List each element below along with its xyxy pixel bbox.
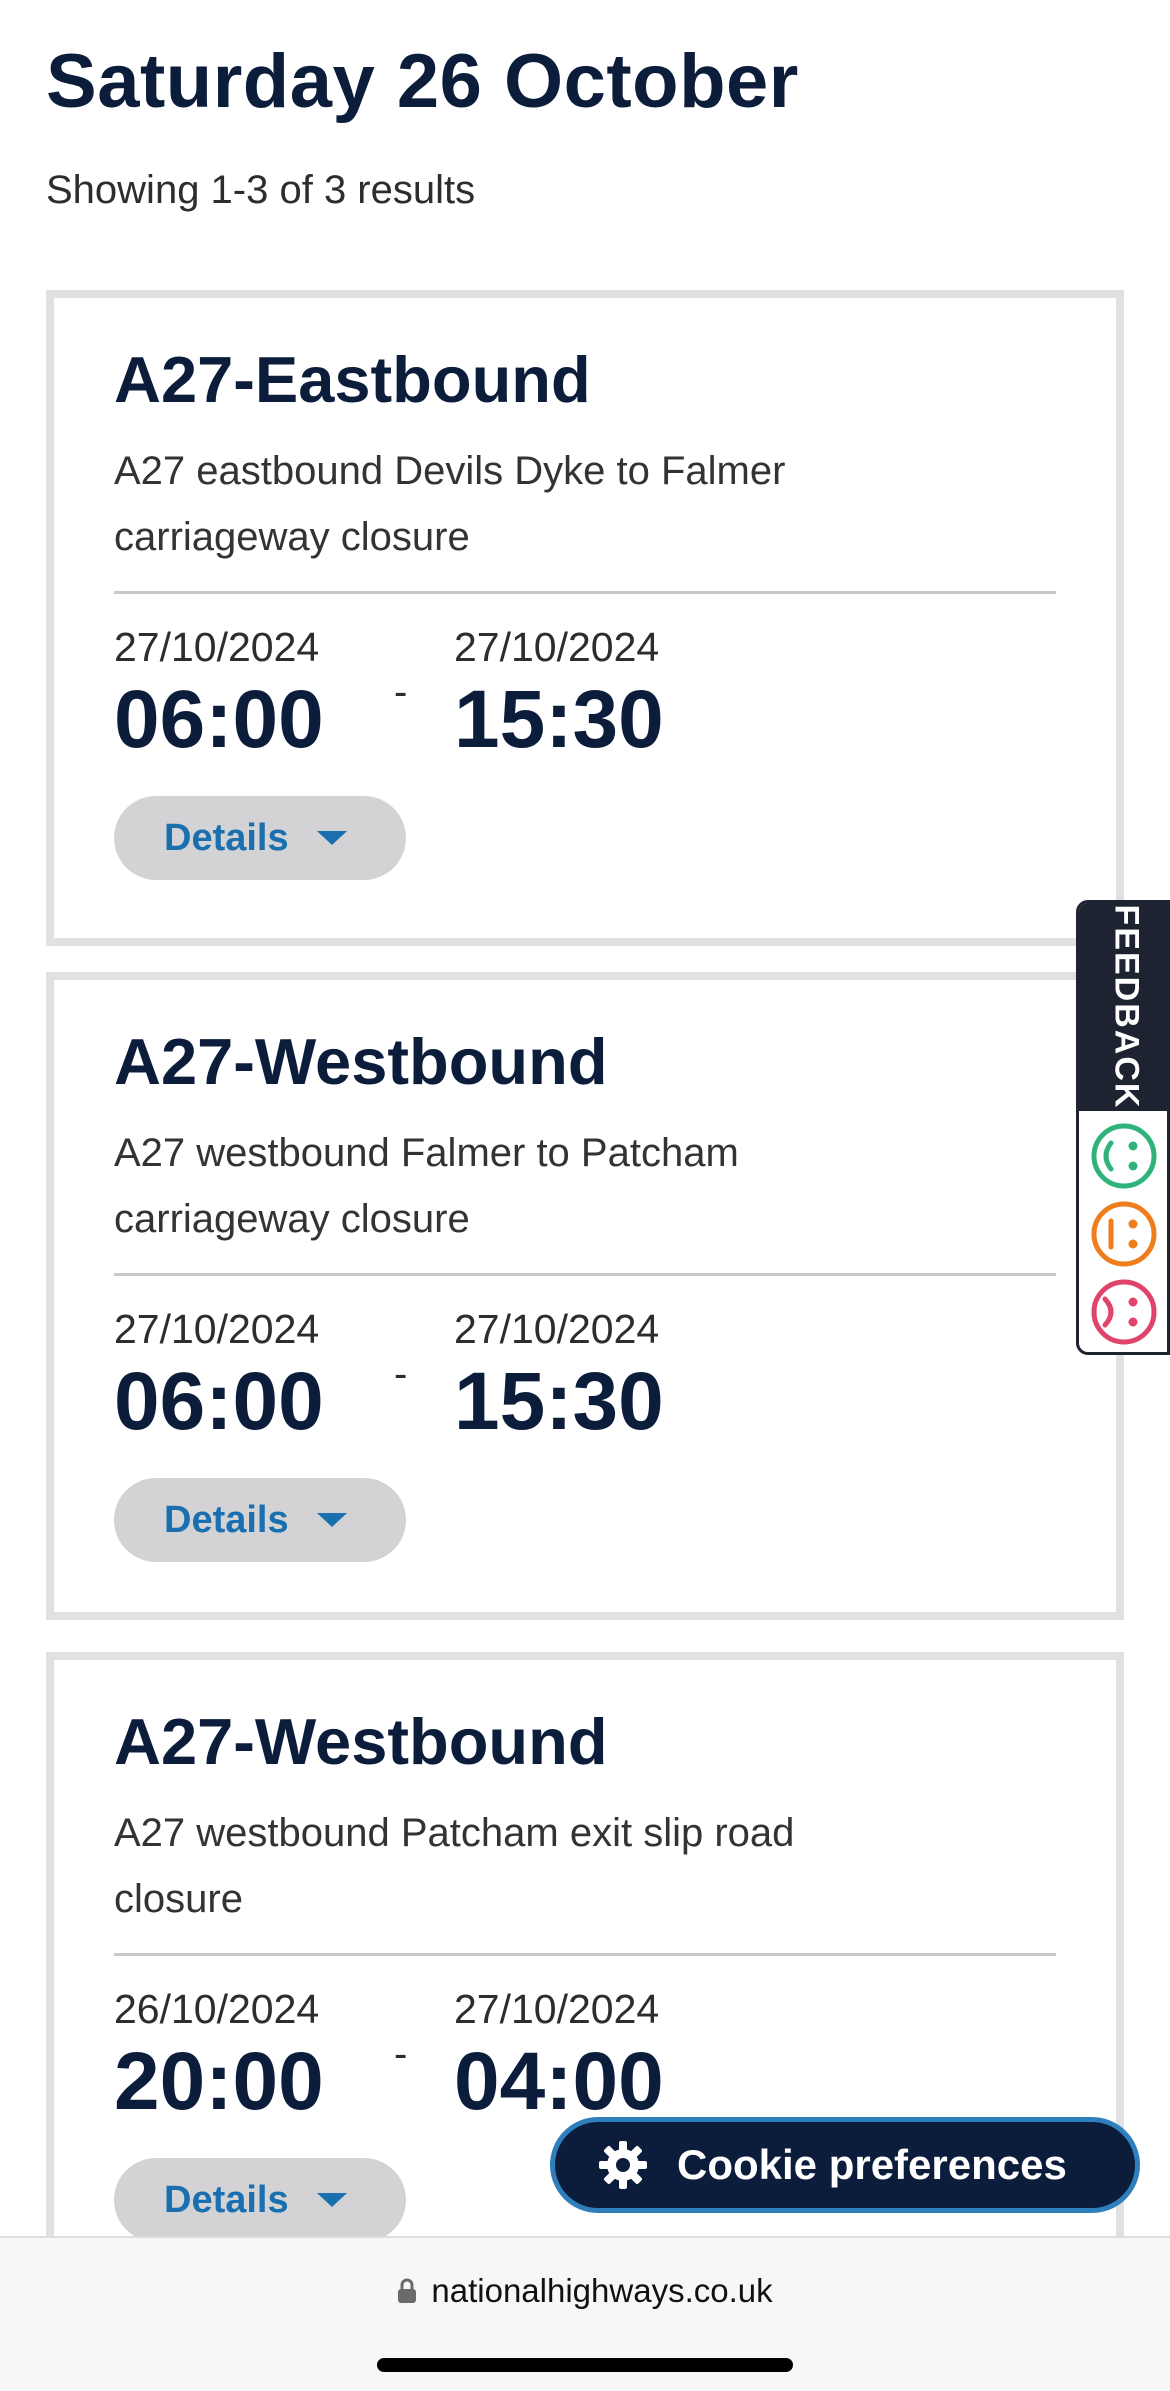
start-date: 26/10/2024 bbox=[114, 1986, 320, 2032]
start-time: 20:00 bbox=[114, 2036, 324, 2127]
end-date: 27/10/2024 bbox=[454, 624, 660, 670]
start-time: 06:00 bbox=[114, 674, 324, 765]
cookie-preferences-label: Cookie preferences bbox=[677, 2141, 1067, 2188]
home-indicator[interactable] bbox=[377, 2358, 793, 2372]
time-separator: - bbox=[394, 670, 408, 714]
happy-face-icon[interactable] bbox=[1089, 1121, 1159, 1191]
results-count: Showing 1-3 of 3 results bbox=[46, 168, 476, 212]
browser-address-bar: nationalhighways.co.uk bbox=[0, 2236, 1170, 2391]
closure-title: A27-Westbound bbox=[114, 1705, 608, 1778]
neutral-face-icon[interactable] bbox=[1089, 1199, 1159, 1269]
page-title: Saturday 26 October bbox=[46, 39, 799, 124]
cookie-preferences-button[interactable]: Cookie preferences bbox=[550, 2117, 1140, 2213]
caret-down-icon bbox=[316, 1513, 347, 1527]
start-time: 06:00 bbox=[114, 1356, 324, 1447]
time-separator: - bbox=[394, 2032, 408, 2076]
details-button[interactable]: Details bbox=[114, 2158, 406, 2242]
closure-card: A27-Westbound A27 westbound Falmer to Pa… bbox=[46, 972, 1124, 1620]
closure-title: A27-Westbound bbox=[114, 1025, 608, 1098]
feedback-tab[interactable]: FEEDBACK bbox=[1076, 900, 1170, 1355]
start-date: 27/10/2024 bbox=[114, 624, 320, 670]
end-time: 04:00 bbox=[454, 2036, 664, 2127]
card-divider bbox=[114, 1953, 1056, 1956]
details-button[interactable]: Details bbox=[114, 796, 406, 880]
time-separator: - bbox=[394, 1352, 408, 1396]
closure-title: A27-Eastbound bbox=[114, 343, 591, 416]
caret-down-icon bbox=[316, 2193, 347, 2207]
closure-description: A27 westbound Patcham exit slip road clo… bbox=[114, 1811, 795, 1921]
closure-description: A27 eastbound Devils Dyke to Falmer carr… bbox=[114, 449, 786, 559]
sad-face-icon[interactable] bbox=[1089, 1277, 1159, 1347]
details-label: Details bbox=[164, 816, 289, 859]
closure-card: A27-Eastbound A27 eastbound Devils Dyke … bbox=[46, 290, 1124, 946]
details-label: Details bbox=[164, 1498, 289, 1541]
card-divider bbox=[114, 591, 1056, 594]
url-text: nationalhighways.co.uk bbox=[431, 2272, 773, 2309]
lock-icon bbox=[398, 2278, 417, 2303]
end-time: 15:30 bbox=[454, 674, 664, 765]
card-divider bbox=[114, 1273, 1056, 1276]
caret-down-icon bbox=[316, 831, 347, 845]
feedback-label-area[interactable]: FEEDBACK bbox=[1079, 903, 1167, 1111]
end-date: 27/10/2024 bbox=[454, 1306, 660, 1352]
end-time: 15:30 bbox=[454, 1356, 664, 1447]
feedback-label: FEEDBACK bbox=[1107, 904, 1146, 1110]
gear-icon bbox=[599, 2141, 647, 2189]
page: Saturday 26 October Showing 1-3 of 3 res… bbox=[0, 0, 1170, 2391]
end-date: 27/10/2024 bbox=[454, 1986, 660, 2032]
details-label: Details bbox=[164, 2178, 289, 2221]
url-row[interactable]: nationalhighways.co.uk bbox=[0, 2272, 1170, 2310]
details-button[interactable]: Details bbox=[114, 1478, 406, 1562]
start-date: 27/10/2024 bbox=[114, 1306, 320, 1352]
closure-description: A27 westbound Falmer to Patcham carriage… bbox=[114, 1131, 739, 1241]
